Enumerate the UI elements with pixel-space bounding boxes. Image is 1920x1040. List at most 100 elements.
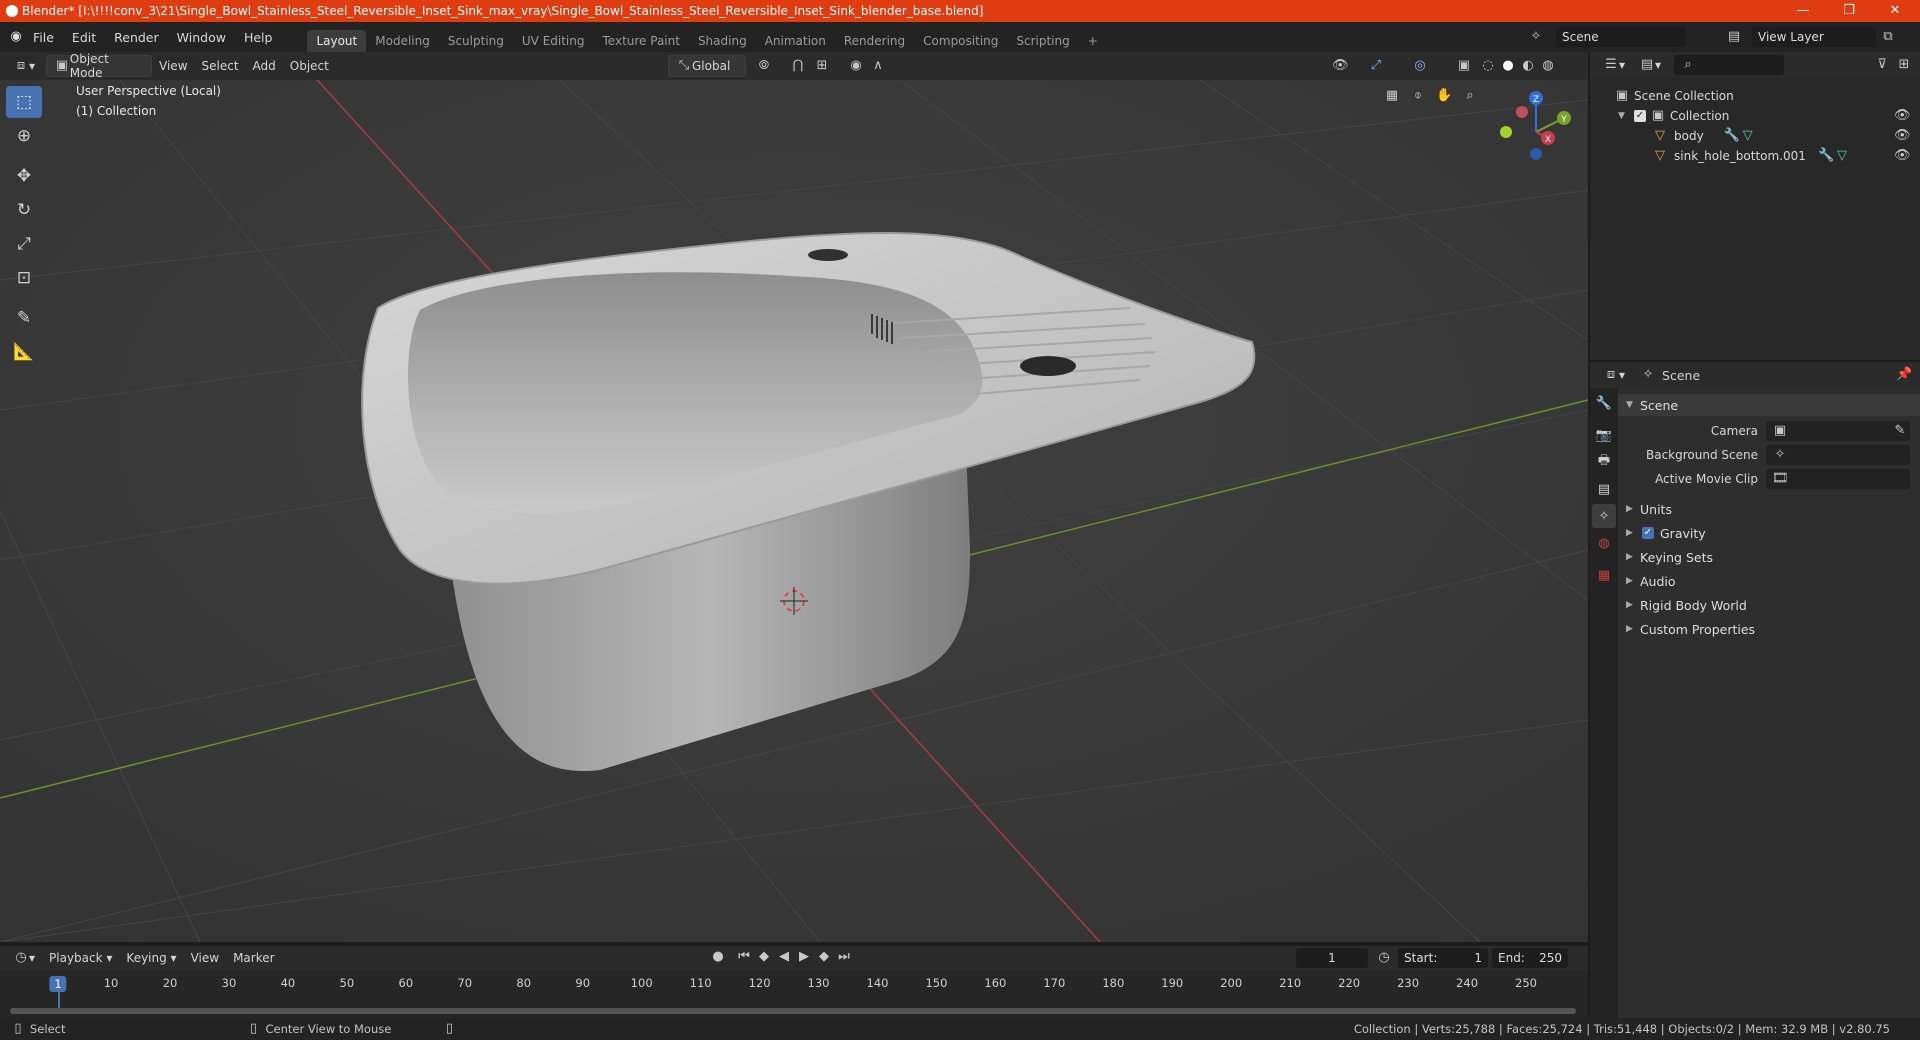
- properties-editor-type-button[interactable]: ⧈ ▾: [1596, 364, 1632, 386]
- measure-tool[interactable]: 📐: [6, 336, 42, 368]
- editor-type-button[interactable]: ⧈ ▾: [6, 55, 42, 77]
- tab-sculpting[interactable]: Sculpting: [439, 30, 513, 52]
- overlay-toggle-icon[interactable]: ◎: [1412, 58, 1428, 74]
- maximize-button[interactable]: ❐: [1826, 0, 1872, 22]
- close-button[interactable]: ✕: [1872, 0, 1918, 22]
- gizmo-neg-x-handle[interactable]: [1516, 106, 1528, 118]
- current-frame-field[interactable]: 1: [1296, 948, 1368, 968]
- menu-window[interactable]: Window: [168, 30, 235, 45]
- play-icon[interactable]: ▶: [796, 949, 812, 965]
- mode-selector[interactable]: ▣ Object Mode: [46, 52, 153, 80]
- blender-menu-icon[interactable]: ◉: [8, 29, 24, 45]
- proportional-edit-icon[interactable]: ◉: [848, 58, 864, 74]
- collection-visibility-icon[interactable]: 👁: [1894, 108, 1911, 124]
- jump-end-icon[interactable]: ⏭: [836, 949, 852, 965]
- rotate-tool[interactable]: ↻: [6, 194, 42, 226]
- outliner-scene-collection[interactable]: ▣ Scene Collection: [1590, 86, 1920, 106]
- filter-icon[interactable]: ⊽: [1874, 57, 1890, 73]
- menu-object[interactable]: Object: [283, 55, 336, 77]
- tab-rendering[interactable]: Rendering: [835, 30, 914, 52]
- custom-properties-section[interactable]: ▶ Custom Properties: [1618, 618, 1920, 640]
- 3d-viewport[interactable]: Z Y X ⬚ ⊕ ✥ ↻ ⤢ ⊡ ✎ 📐 User Perspective (…: [0, 80, 1588, 942]
- sink-hole-visibility-icon[interactable]: 👁: [1894, 148, 1911, 164]
- next-keyframe-icon[interactable]: ◆: [816, 949, 832, 965]
- outliner-editor-type-button[interactable]: ☰ ▾: [1596, 54, 1632, 76]
- movie-clip-field[interactable]: 🎞: [1766, 469, 1910, 489]
- snap-icon[interactable]: ⋂: [790, 58, 806, 74]
- tab-scripting[interactable]: Scripting: [1007, 30, 1078, 52]
- menu-help[interactable]: Help: [235, 30, 282, 45]
- modifier-icon[interactable]: 🔧: [1818, 148, 1834, 164]
- scale-tool[interactable]: ⤢: [6, 228, 42, 260]
- play-reverse-icon[interactable]: ◀: [776, 949, 792, 965]
- menu-keying[interactable]: Keying ▾: [119, 947, 183, 969]
- menu-file[interactable]: File: [24, 30, 63, 45]
- wireframe-shading-icon[interactable]: ◌: [1480, 58, 1496, 74]
- tab-shading[interactable]: Shading: [689, 30, 756, 52]
- new-view-layer-icon[interactable]: ⧉: [1880, 29, 1896, 45]
- tab-output[interactable]: 🖶: [1592, 450, 1616, 474]
- menu-view[interactable]: View: [152, 55, 194, 77]
- scene-selector[interactable]: Scene: [1556, 27, 1686, 47]
- tab-uv-editing[interactable]: UV Editing: [513, 30, 594, 52]
- menu-playback[interactable]: Playback ▾: [42, 947, 119, 969]
- gizmo-neg-z-handle[interactable]: [1530, 148, 1542, 160]
- transform-tool[interactable]: ⊡: [6, 262, 42, 294]
- falloff-icon[interactable]: ∧: [870, 58, 886, 74]
- outliner-object-body[interactable]: ▽ body 🔧 ▽ 👁: [1590, 126, 1920, 146]
- tab-texture[interactable]: ▦: [1592, 563, 1616, 587]
- menu-edit[interactable]: Edit: [63, 30, 105, 45]
- units-section[interactable]: ▶ Units: [1618, 498, 1920, 520]
- timeline[interactable]: 1 10 20 30 40 50 60 70 80 90 100 110 120 130 140 150 160…: [0, 970, 1588, 1018]
- end-frame-field[interactable]: End: 250: [1492, 948, 1568, 968]
- tab-scene[interactable]: ✧: [1592, 504, 1616, 528]
- camera-field[interactable]: ▣ ✎: [1766, 421, 1910, 441]
- grid-view-icon[interactable]: ▦: [1384, 88, 1400, 104]
- jump-start-icon[interactable]: ⏮: [736, 949, 752, 965]
- menu-marker[interactable]: Marker: [226, 947, 281, 969]
- gravity-checkbox[interactable]: ✓: [1642, 527, 1654, 539]
- select-box-tool[interactable]: ⬚: [6, 86, 42, 118]
- outliner-object-sink-hole[interactable]: ▽ sink_hole_bottom.001 🔧 ▽ 👁: [1590, 146, 1920, 166]
- tab-modeling[interactable]: Modeling: [366, 30, 439, 52]
- background-scene-field[interactable]: ✧: [1766, 445, 1910, 465]
- record-icon[interactable]: ●: [710, 949, 726, 965]
- rigid-body-world-section[interactable]: ▶ Rigid Body World: [1618, 594, 1920, 616]
- pan-hand-icon[interactable]: ✋: [1436, 88, 1452, 104]
- tab-view-layer[interactable]: ▤: [1592, 477, 1616, 501]
- material-shading-icon[interactable]: ◐: [1520, 58, 1536, 74]
- body-visibility-icon[interactable]: 👁: [1894, 128, 1911, 144]
- cursor-tool[interactable]: ⊕: [6, 120, 42, 152]
- prev-keyframe-icon[interactable]: ◆: [756, 949, 772, 965]
- snap-target-icon[interactable]: ⊞: [814, 58, 830, 74]
- tab-world[interactable]: ◍: [1592, 531, 1616, 555]
- timeline-scrollbar[interactable]: [10, 1008, 1576, 1014]
- solid-shading-icon[interactable]: ●: [1500, 58, 1516, 74]
- menu-select[interactable]: Select: [195, 55, 246, 77]
- tab-render[interactable]: 📷: [1592, 423, 1616, 447]
- preview-range-icon[interactable]: ◷: [1376, 950, 1392, 966]
- menu-timeline-view[interactable]: View: [184, 947, 226, 969]
- modifier-icon[interactable]: 🔧: [1724, 128, 1740, 144]
- outliner-search-input[interactable]: ⌕: [1674, 55, 1785, 75]
- display-mode-button[interactable]: ▤ ▾: [1632, 54, 1668, 76]
- mesh-data-icon[interactable]: ▽: [1740, 128, 1756, 144]
- audio-section[interactable]: ▶ Audio: [1618, 570, 1920, 592]
- menu-render[interactable]: Render: [105, 30, 168, 45]
- tab-layout[interactable]: Layout: [307, 30, 367, 52]
- camera-view-icon[interactable]: ⌽: [1410, 88, 1426, 104]
- collapse-icon[interactable]: ▼: [1618, 111, 1628, 121]
- transform-orientation-selector[interactable]: ⤡ Global: [668, 55, 746, 77]
- gravity-section[interactable]: ▶ ✓ Gravity: [1618, 522, 1920, 544]
- scene-panel-header[interactable]: ▼ Scene: [1618, 394, 1920, 416]
- annotate-tool[interactable]: ✎: [6, 302, 42, 334]
- view-layer-selector[interactable]: View Layer: [1752, 27, 1876, 47]
- tab-compositing[interactable]: Compositing: [914, 30, 1007, 52]
- xray-icon[interactable]: ▣: [1456, 58, 1472, 74]
- timeline-editor-type-button[interactable]: ◷ ▾: [6, 947, 42, 969]
- tab-texture-paint[interactable]: Texture Paint: [594, 30, 689, 52]
- keying-sets-section[interactable]: ▶ Keying Sets: [1618, 546, 1920, 568]
- tab-animation[interactable]: Animation: [756, 30, 835, 52]
- rendered-shading-icon[interactable]: ◍: [1540, 58, 1556, 74]
- gizmo-toggle-icon[interactable]: ⤢: [1368, 58, 1384, 74]
